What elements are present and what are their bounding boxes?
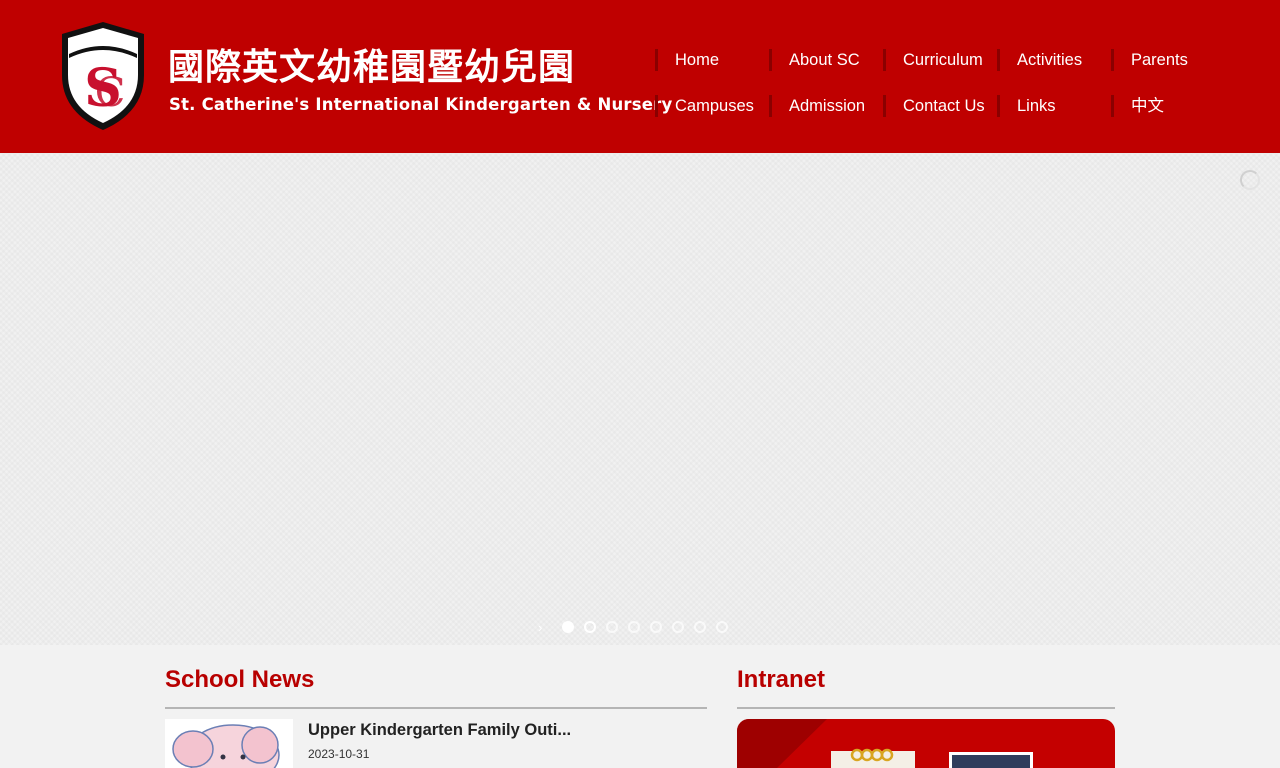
nav-home[interactable]: Home <box>655 49 719 71</box>
intranet-heading: Intranet <box>737 666 826 693</box>
nav-chinese[interactable]: 中文 <box>1111 95 1164 117</box>
elephant-icon <box>172 724 280 768</box>
school-news-heading: School News <box>165 666 315 693</box>
slider-dot[interactable] <box>628 621 640 633</box>
school-logo-icon[interactable]: S C <box>58 20 148 132</box>
nav-contact-us[interactable]: Contact Us <box>883 95 985 117</box>
svg-text:C: C <box>95 70 126 116</box>
slider-dot[interactable] <box>562 621 574 633</box>
loading-spinner-icon <box>1240 170 1260 190</box>
slider-dot[interactable] <box>694 621 706 633</box>
news-item-title[interactable]: Upper Kindergarten Family Outi... <box>308 721 571 740</box>
slider-dot[interactable] <box>606 621 618 633</box>
slider-dot[interactable] <box>584 621 596 633</box>
nav-campuses[interactable]: Campuses <box>655 95 754 117</box>
slider-dot[interactable] <box>716 621 728 633</box>
intranet-illustration-icon <box>737 719 1033 768</box>
news-thumbnail[interactable] <box>165 719 293 768</box>
brand-name-chinese[interactable]: 國際英文幼稚園暨幼兒園 <box>168 38 575 90</box>
nav-parents[interactable]: Parents <box>1111 49 1188 71</box>
nav-about-sc[interactable]: About SC <box>769 49 860 71</box>
slider-dot[interactable] <box>650 621 662 633</box>
slider-dot[interactable] <box>672 621 684 633</box>
intranet-divider <box>737 707 1115 709</box>
brand-name-english[interactable]: St. Catherine's International Kindergart… <box>169 95 672 114</box>
site-header: S C 國際英文幼稚園暨幼兒園 St. Catherine's Internat… <box>0 0 1280 153</box>
school-news-divider <box>165 707 707 709</box>
news-item-date: 2023-10-31 <box>308 747 370 761</box>
intranet-banner[interactable] <box>737 719 1115 768</box>
hero-slider[interactable] <box>0 153 1280 645</box>
nav-links[interactable]: Links <box>997 95 1056 117</box>
slider-prev-icon[interactable]: › <box>538 621 542 634</box>
nav-curriculum[interactable]: Curriculum <box>883 49 983 71</box>
nav-activities[interactable]: Activities <box>997 49 1082 71</box>
nav-admission[interactable]: Admission <box>769 95 865 117</box>
